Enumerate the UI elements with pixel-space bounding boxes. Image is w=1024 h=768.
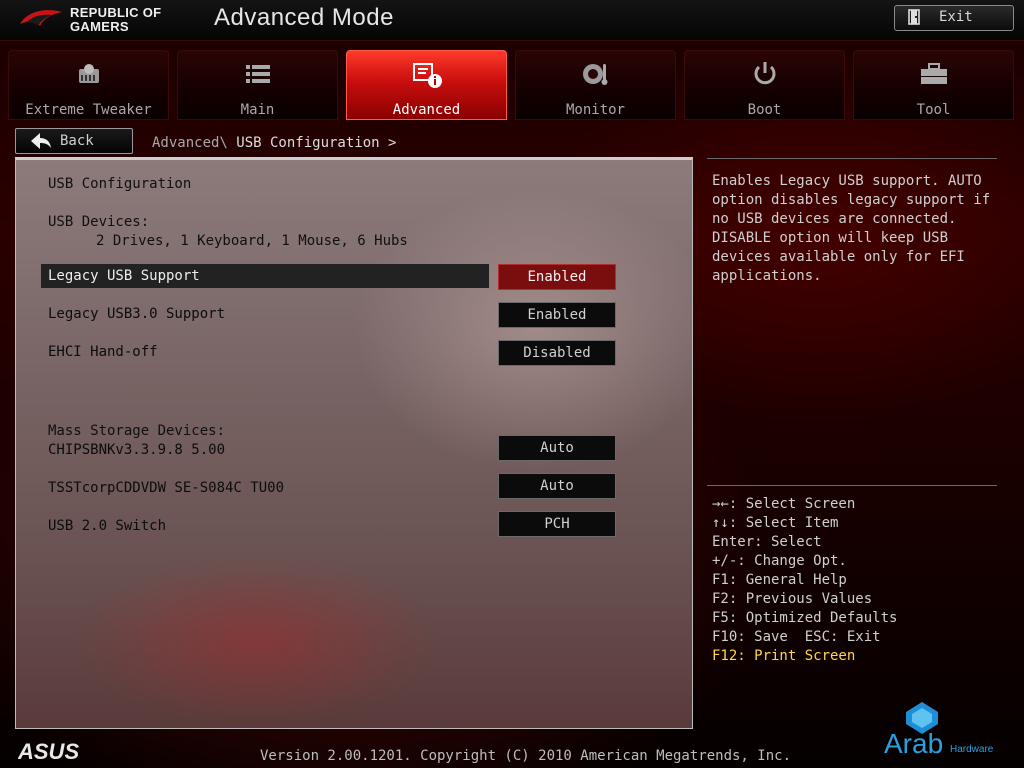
brand-text: ASUS [18, 742, 79, 762]
brand-line-1: REPUBLIC OF [70, 5, 162, 20]
tab-main[interactable]: Main [177, 50, 338, 120]
exit-button[interactable]: Exit [894, 5, 1014, 31]
tab-label: Advanced [392, 102, 461, 118]
watermark-logo: Arab Hardware [884, 700, 1014, 764]
brand-line-2: GAMERS [70, 19, 129, 34]
breadcrumb: Advanced\ USB Configuration > [152, 135, 396, 151]
tab-label: Tool [916, 102, 951, 118]
setting-label: TSSTcorpCDDVDW SE-S084C TU00 [48, 480, 285, 496]
advanced-info-icon [347, 61, 506, 88]
help-divider-top [707, 158, 997, 159]
list-icon [178, 61, 337, 87]
key-hint: F10: Save ESC: Exit [712, 629, 881, 645]
tab-label: Boot [747, 102, 782, 118]
section-title: USB Configuration [48, 176, 192, 192]
rog-logo: REPUBLIC OF GAMERS [18, 4, 178, 34]
option-button-legacy-usb[interactable]: Enabled [498, 264, 616, 290]
mass-storage-label: Mass Storage Devices: [48, 423, 226, 439]
option-button-usb2-switch[interactable]: PCH [498, 511, 616, 537]
breadcrumb-parent[interactable]: Advanced\ [152, 135, 228, 151]
tab-boot[interactable]: Boot [684, 50, 845, 120]
key-hint: Enter: Select [712, 534, 822, 550]
power-icon [685, 61, 844, 87]
tab-advanced[interactable]: Advanced [346, 50, 507, 120]
tab-label: Monitor [565, 102, 625, 118]
tab-tool[interactable]: Tool [853, 50, 1014, 120]
usb-devices-label: USB Devices: [48, 214, 150, 230]
key-hint: +/-: Change Opt. [712, 553, 847, 569]
option-button-chipsbnk[interactable]: Auto [498, 435, 616, 461]
settings-panel: USB Configuration USB Devices: 2 Drives,… [15, 157, 693, 729]
key-hint: ↑↓: Select Item [712, 515, 839, 531]
option-button-legacy-usb3[interactable]: Enabled [498, 302, 616, 328]
tweaker-icon [9, 61, 168, 87]
option-button-tsstcorp[interactable]: Auto [498, 473, 616, 499]
option-button-ehci-handoff[interactable]: Disabled [498, 340, 616, 366]
key-hint-print-screen: F12: Print Screen [712, 648, 856, 664]
back-button[interactable]: Back [15, 128, 133, 154]
back-arrow-icon [30, 132, 52, 154]
tab-extreme-tweaker[interactable]: Extreme Tweaker [8, 50, 169, 120]
tab-label: Extreme Tweaker [25, 102, 152, 118]
help-text: Enables Legacy USB support. AUTO option … [712, 173, 991, 284]
tab-monitor[interactable]: Monitor [515, 50, 676, 120]
version-text: Version 2.00.1201. Copyright (C) 2010 Am… [260, 748, 792, 764]
key-hint: F2: Previous Values [712, 591, 873, 607]
asus-logo: ASUS [17, 739, 110, 766]
setting-label: Legacy USB Support [48, 268, 200, 284]
setting-label: USB 2.0 Switch [48, 518, 167, 534]
setting-label: EHCI Hand-off [48, 344, 158, 360]
toolbox-icon [854, 61, 1013, 87]
breadcrumb-current: USB Configuration > [227, 135, 397, 151]
tab-label: Main [240, 102, 275, 118]
key-hint: F1: General Help [712, 572, 847, 588]
setting-label: Legacy USB3.0 Support [48, 306, 226, 322]
main-tabs: Extreme Tweaker Main Advanced Monitor Bo… [8, 50, 1016, 120]
gauge-icon [516, 61, 675, 87]
exit-door-icon [907, 9, 923, 29]
key-legend: →←: Select Screen ↑↓: Select Item Enter:… [712, 495, 897, 666]
page-title: Advanced Mode [214, 4, 394, 31]
exit-label: Exit [939, 9, 973, 25]
help-divider-bottom [707, 485, 997, 486]
key-hint: F5: Optimized Defaults [712, 610, 898, 626]
back-label: Back [60, 133, 94, 149]
header-bar: REPUBLIC OF GAMERS Advanced Mode Exit [0, 0, 1024, 41]
setting-label: CHIPSBNKv3.3.9.8 5.00 [48, 442, 226, 458]
watermark-subtext: Hardware [950, 744, 994, 755]
key-hint: →←: Select Screen [712, 496, 856, 512]
usb-devices-value: 2 Drives, 1 Keyboard, 1 Mouse, 6 Hubs [96, 233, 408, 249]
rog-eye-icon [20, 10, 62, 26]
asus-wordmark: ASUS [17, 739, 79, 764]
watermark-text: Arab [884, 728, 944, 759]
